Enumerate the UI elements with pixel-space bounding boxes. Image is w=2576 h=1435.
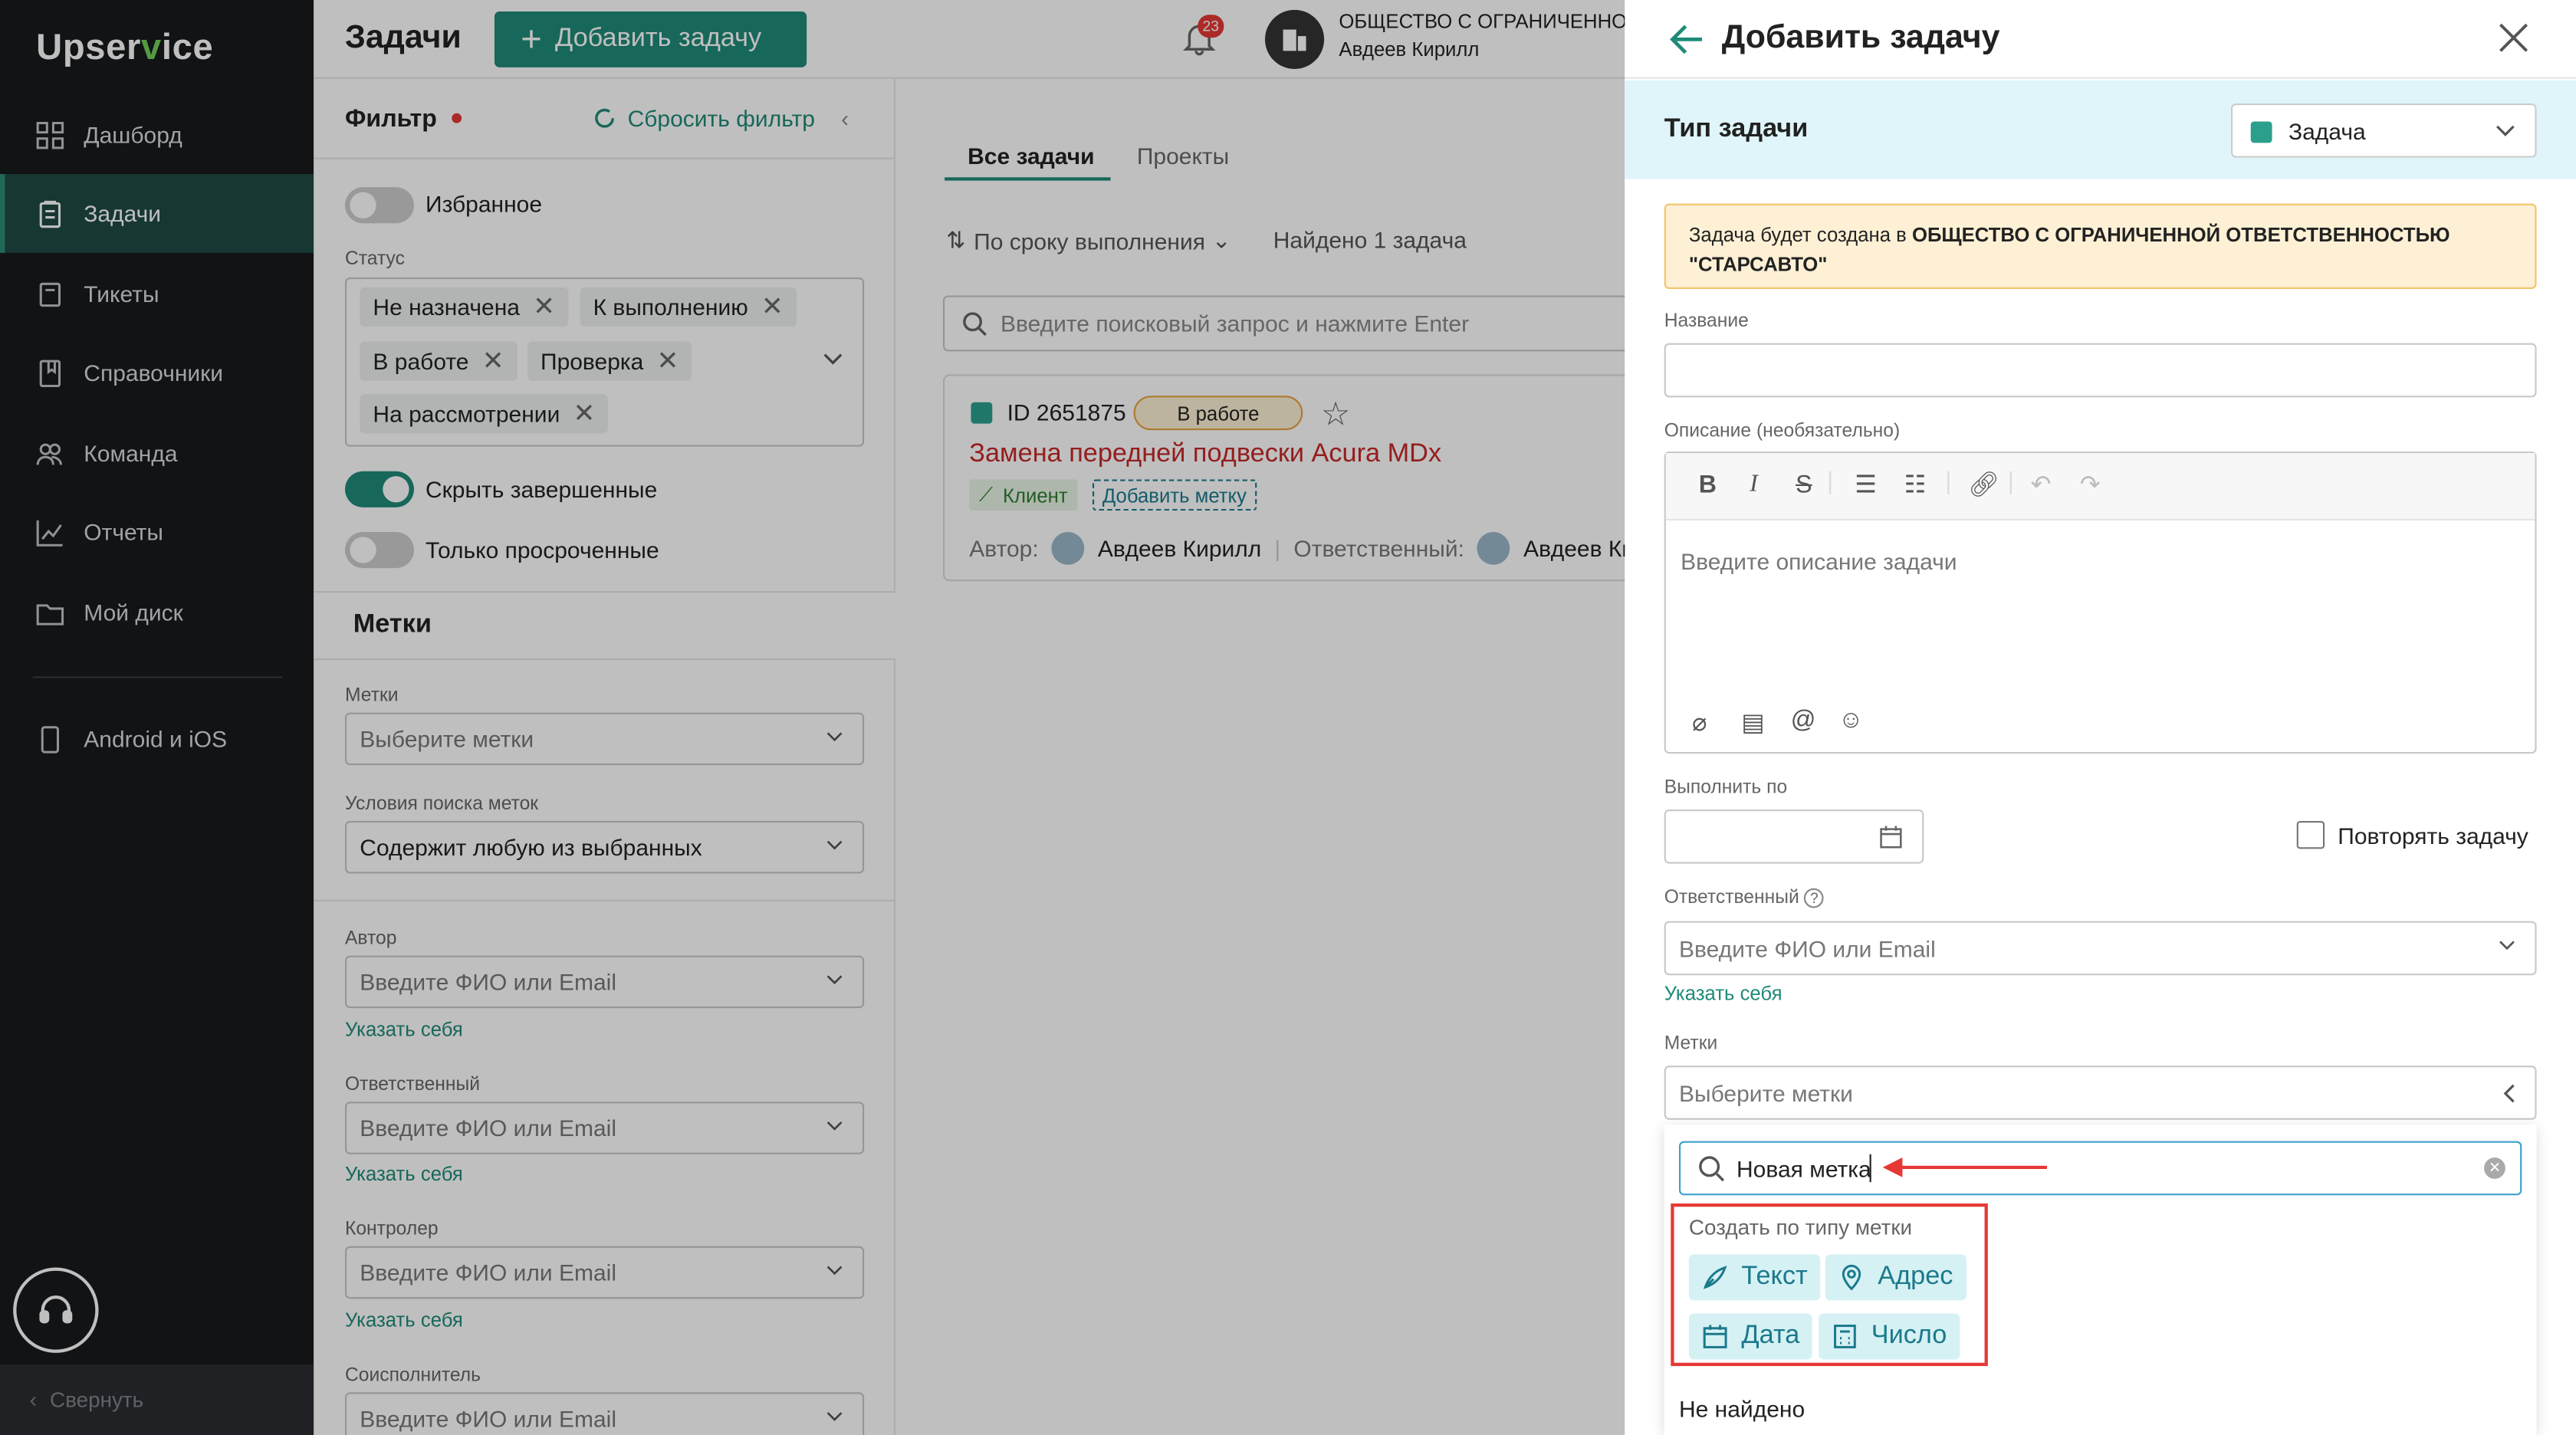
pen-icon	[1703, 1266, 1727, 1289]
search-icon	[1699, 1156, 1725, 1182]
bold-icon[interactable]: B	[1699, 471, 1717, 499]
back-arrow-icon[interactable]	[1669, 23, 1705, 56]
due-date-input[interactable]	[1664, 809, 1924, 864]
redo-icon[interactable]: ↷	[2080, 470, 2101, 499]
text-cursor	[1869, 1154, 1871, 1183]
undo-icon[interactable]: ↶	[2031, 470, 2052, 499]
tag-type-address-button[interactable]: Адрес	[1825, 1254, 1967, 1301]
help-icon[interactable]: ?	[1804, 888, 1825, 908]
select-value: Введите ФИО или Email	[1679, 934, 1936, 962]
tag-type-number-button[interactable]: Число	[1819, 1313, 1960, 1360]
tags-label: Метки	[1664, 1034, 1718, 1055]
tag-search-value: Новая метка	[1737, 1155, 1871, 1183]
emoji-icon[interactable]: ☺	[1838, 706, 1864, 734]
org-notice: Задача будет создана в ОБЩЕСТВО С ОГРАНИ…	[1664, 203, 2537, 289]
tag-type-label: Адрес	[1878, 1263, 1953, 1291]
task-type-icon	[2250, 121, 2272, 143]
desc-placeholder: Введите описание задачи	[1681, 548, 1957, 575]
template-icon[interactable]: ▤	[1741, 708, 1764, 737]
location-pin-icon	[1842, 1264, 1861, 1291]
tags-select[interactable]: Выберите метки	[1664, 1066, 2537, 1120]
create-by-type-label: Создать по типу метки	[1688, 1214, 1913, 1240]
close-icon[interactable]	[2499, 23, 2528, 53]
notice-org: ОБЩЕСТВО С ОГРАНИЧЕННОЙ ОТВЕТСТВЕННОСТЬЮ	[1911, 223, 2450, 247]
assignee-label-text: Ответственный	[1664, 888, 1799, 908]
desc-label: Описание (необязательно)	[1664, 422, 1901, 442]
select-value: Задача	[2288, 117, 2366, 144]
panel-title: Добавить задачу	[1721, 19, 2000, 56]
tag-search-input[interactable]: Новая метка ✕	[1679, 1141, 2522, 1196]
tag-type-label: Текст	[1741, 1263, 1808, 1291]
tag-type-text-button[interactable]: Текст	[1688, 1254, 1821, 1301]
attach-icon[interactable]: ⌀	[1692, 708, 1707, 737]
due-label: Выполнить по	[1664, 778, 1788, 798]
assignee-label: Ответственный ?	[1664, 888, 1825, 908]
tag-type-label: Дата	[1741, 1322, 1800, 1350]
task-type-label: Тип задачи	[1664, 114, 1809, 143]
strike-icon[interactable]: S	[1796, 471, 1812, 499]
calendar-icon	[1880, 826, 1902, 849]
notice-org-line2: "СТАРСАВТО"	[1688, 252, 1828, 276]
name-input[interactable]	[1664, 343, 2537, 398]
repeat-checkbox[interactable]	[2296, 820, 2325, 849]
annotation-arrow-icon	[1882, 1158, 2047, 1177]
calendar-icon	[1703, 1325, 1727, 1348]
chevron-left-icon	[2503, 1084, 2515, 1103]
numbered-list-icon[interactable]: ☷	[1904, 470, 1927, 499]
mention-icon[interactable]: @	[1791, 706, 1816, 734]
tag-type-label: Число	[1871, 1322, 1947, 1350]
bullet-list-icon[interactable]: ☰	[1855, 470, 1877, 499]
select-value: Выберите метки	[1679, 1079, 1853, 1106]
modal-overlay[interactable]	[0, 0, 1625, 1435]
clear-icon[interactable]: ✕	[2484, 1158, 2505, 1179]
chevron-down-icon	[2499, 941, 2515, 951]
assignee-select[interactable]: Введите ФИО или Email	[1664, 921, 2537, 976]
assignee-self-link[interactable]: Указать себя	[1664, 982, 1783, 1005]
name-label: Название	[1664, 311, 1749, 332]
tag-type-date-button[interactable]: Дата	[1688, 1313, 1813, 1360]
repeat-label: Повторять задачу	[2338, 823, 2528, 849]
link-icon[interactable]: 🔗︎	[1968, 470, 1999, 499]
editor-toolbar: B I S | ☰ ☷ | 🔗︎ | ↶ ↷	[1665, 453, 2535, 520]
not-found-text: Не найдено	[1679, 1395, 1806, 1422]
task-type-select[interactable]: Задача	[2231, 103, 2537, 158]
italic-icon[interactable]: I	[1750, 471, 1758, 499]
notice-text: Задача будет создана в	[1688, 223, 1912, 247]
chevron-down-icon	[2496, 125, 2515, 136]
calculator-icon	[1834, 1325, 1856, 1348]
